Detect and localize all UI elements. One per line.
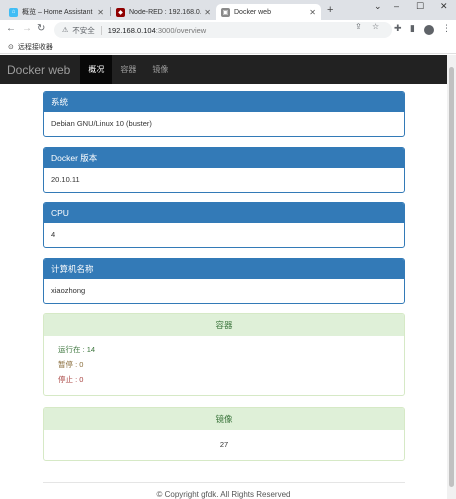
- panel-cpu: CPU 4: [43, 202, 405, 248]
- panel-containers: 容器 运行在 : 14 暂停 : 0 停止 : 0: [43, 313, 405, 396]
- panel-title: Docker 版本: [44, 148, 404, 168]
- panel-title: CPU: [44, 203, 404, 223]
- panel-title: 系统: [44, 92, 404, 112]
- footer: © Copyright gfdk. All Rights Reserved: [156, 490, 291, 499]
- panel-title: 镜像: [44, 408, 404, 430]
- address-bar[interactable]: ⚠ 不安全 192.168.0.104:3000/overview: [54, 22, 392, 38]
- bookmark-star-icon[interactable]: ☆: [372, 22, 379, 31]
- panel-images: 镜像 27: [43, 407, 405, 461]
- containers-stopped: 停止 : 0: [58, 375, 84, 384]
- bookmark-remote-receiver[interactable]: 远程接收器: [18, 42, 53, 52]
- chevron-down-icon[interactable]: ⌄: [374, 1, 382, 12]
- share-icon[interactable]: ⇪: [355, 22, 362, 31]
- close-window-icon[interactable]: ✕: [440, 1, 448, 12]
- home-assistant-icon: ⌂: [9, 7, 18, 17]
- tab-bar: ⌂ 概览 – Home Assistant ✕ ◆ Node-RED : 192…: [0, 0, 456, 20]
- new-tab-button[interactable]: +: [327, 4, 333, 16]
- forward-icon[interactable]: →: [22, 23, 32, 34]
- url-path: :3000/overview: [155, 25, 207, 35]
- security-label[interactable]: 不安全: [72, 25, 95, 36]
- extensions-icon[interactable]: ✚: [394, 23, 402, 34]
- page-scrollbar[interactable]: [447, 55, 456, 499]
- menu-icon[interactable]: ⋮: [442, 23, 451, 34]
- panel-value: Debian GNU/Linux 10 (buster): [51, 119, 152, 128]
- minimize-icon[interactable]: –: [394, 1, 399, 11]
- tab-title: Docker web: [234, 8, 271, 16]
- panel-value: xiaozhong: [51, 286, 86, 295]
- docker-web-icon: ▣: [221, 7, 230, 17]
- images-count: 27: [219, 440, 229, 449]
- panel-docker-version: Docker 版本 20.10.11: [43, 147, 405, 193]
- close-icon[interactable]: ✕: [309, 8, 316, 17]
- panel-hostname: 计算机名称 xiaozhong: [43, 258, 405, 304]
- panel-value: 20.10.11: [51, 175, 80, 184]
- divider: [100, 25, 102, 35]
- tab-title: Node-RED : 192.168.0.104: [129, 8, 201, 16]
- tab-node-red[interactable]: ◆ Node-RED : 192.168.0.104 ✕: [111, 4, 216, 20]
- brand[interactable]: Docker web: [7, 63, 70, 77]
- maximize-icon[interactable]: ☐: [416, 1, 424, 12]
- close-icon[interactable]: ✕: [204, 8, 211, 17]
- nav-images[interactable]: 镜像: [144, 55, 176, 84]
- cast-icon: ⊙: [8, 43, 14, 51]
- nav-overview[interactable]: 概况: [80, 55, 113, 84]
- panel-title: 容器: [44, 314, 404, 336]
- footer-divider: [43, 482, 405, 483]
- profile-avatar[interactable]: [424, 25, 434, 35]
- reload-icon[interactable]: ↻: [37, 23, 45, 34]
- panel-system: 系统 Debian GNU/Linux 10 (buster): [43, 91, 405, 137]
- close-icon[interactable]: ✕: [97, 8, 104, 17]
- nav-containers[interactable]: 容器: [112, 55, 144, 84]
- warning-icon[interactable]: ⚠: [62, 26, 68, 34]
- panel-title: 计算机名称: [44, 259, 404, 279]
- containers-paused: 暂停 : 0: [58, 360, 84, 369]
- sidebar-icon[interactable]: ▮: [410, 23, 415, 34]
- bookmarks-bar: ⊙ 远程接收器: [0, 40, 456, 54]
- back-icon[interactable]: ←: [6, 23, 16, 34]
- node-red-icon: ◆: [116, 7, 125, 17]
- app-navbar: Docker web 概况 容器 镜像: [0, 55, 447, 84]
- tab-title: 概览 – Home Assistant: [22, 9, 93, 16]
- scroll-thumb[interactable]: [449, 67, 454, 487]
- containers-running: 运行在 : 14: [58, 345, 96, 354]
- url-host: 192.168.0.104: [107, 25, 156, 35]
- tab-docker-web[interactable]: ▣ Docker web ✕: [216, 4, 321, 20]
- tab-home-assistant[interactable]: ⌂ 概览 – Home Assistant ✕: [4, 4, 109, 20]
- panel-value: 4: [51, 230, 56, 239]
- browser-toolbar: ← → ↻ ⚠ 不安全 192.168.0.104:3000/overview …: [0, 20, 456, 40]
